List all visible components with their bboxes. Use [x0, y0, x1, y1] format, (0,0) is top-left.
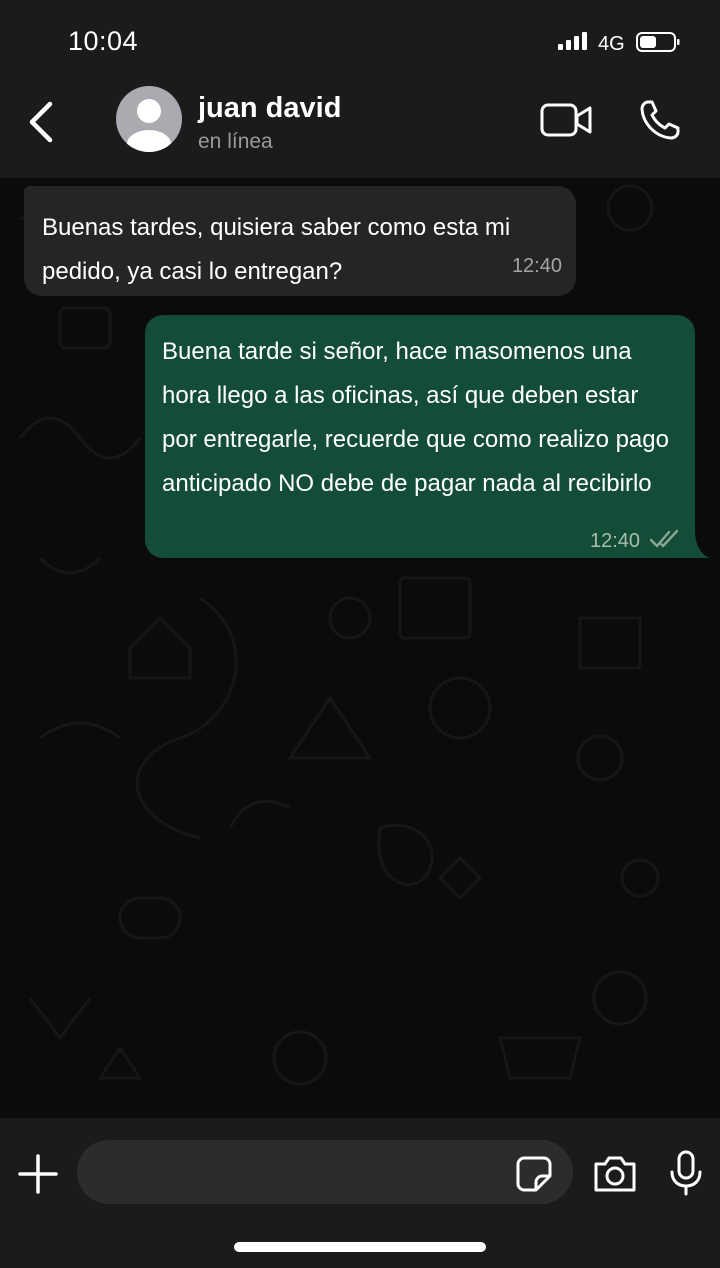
chat-header: juan david en línea: [0, 84, 720, 178]
microphone-icon[interactable]: [668, 1150, 704, 1196]
contact-status: en línea: [198, 130, 273, 153]
back-icon[interactable]: [22, 100, 62, 144]
incoming-message[interactable]: Buenas tardes, quisiera saber como esta …: [24, 186, 576, 296]
contact-name[interactable]: juan david: [198, 92, 341, 125]
battery-icon: [636, 32, 680, 52]
message-text: Buenas tardes, quisiera saber como esta …: [42, 214, 511, 285]
status-bar: 10:04 4G: [0, 0, 720, 84]
phone-icon[interactable]: [638, 98, 682, 142]
network-type: 4G: [598, 33, 625, 55]
chat-area[interactable]: Buenas tardes, quisiera saber como esta …: [0, 178, 720, 1118]
plus-icon[interactable]: [18, 1154, 58, 1194]
sticker-icon[interactable]: [516, 1156, 552, 1192]
message-text: Buena tarde si señor, hace masomenos una…: [162, 338, 669, 497]
bubble-tail: [690, 530, 710, 558]
avatar-placeholder-icon: [127, 99, 171, 152]
signal-icon: [558, 32, 587, 50]
outgoing-message[interactable]: Buena tarde si señor, hace masomenos una…: [145, 315, 695, 558]
input-bar: [0, 1118, 720, 1268]
status-time: 10:04: [68, 26, 139, 56]
home-indicator[interactable]: [234, 1242, 486, 1252]
camera-icon[interactable]: [592, 1154, 638, 1194]
avatar[interactable]: [116, 86, 182, 152]
double-check-icon: [650, 529, 679, 548]
message-time: 12:40: [511, 255, 562, 277]
video-call-icon[interactable]: [540, 102, 592, 138]
message-time: 12:40: [590, 530, 641, 552]
message-input[interactable]: [77, 1140, 573, 1204]
